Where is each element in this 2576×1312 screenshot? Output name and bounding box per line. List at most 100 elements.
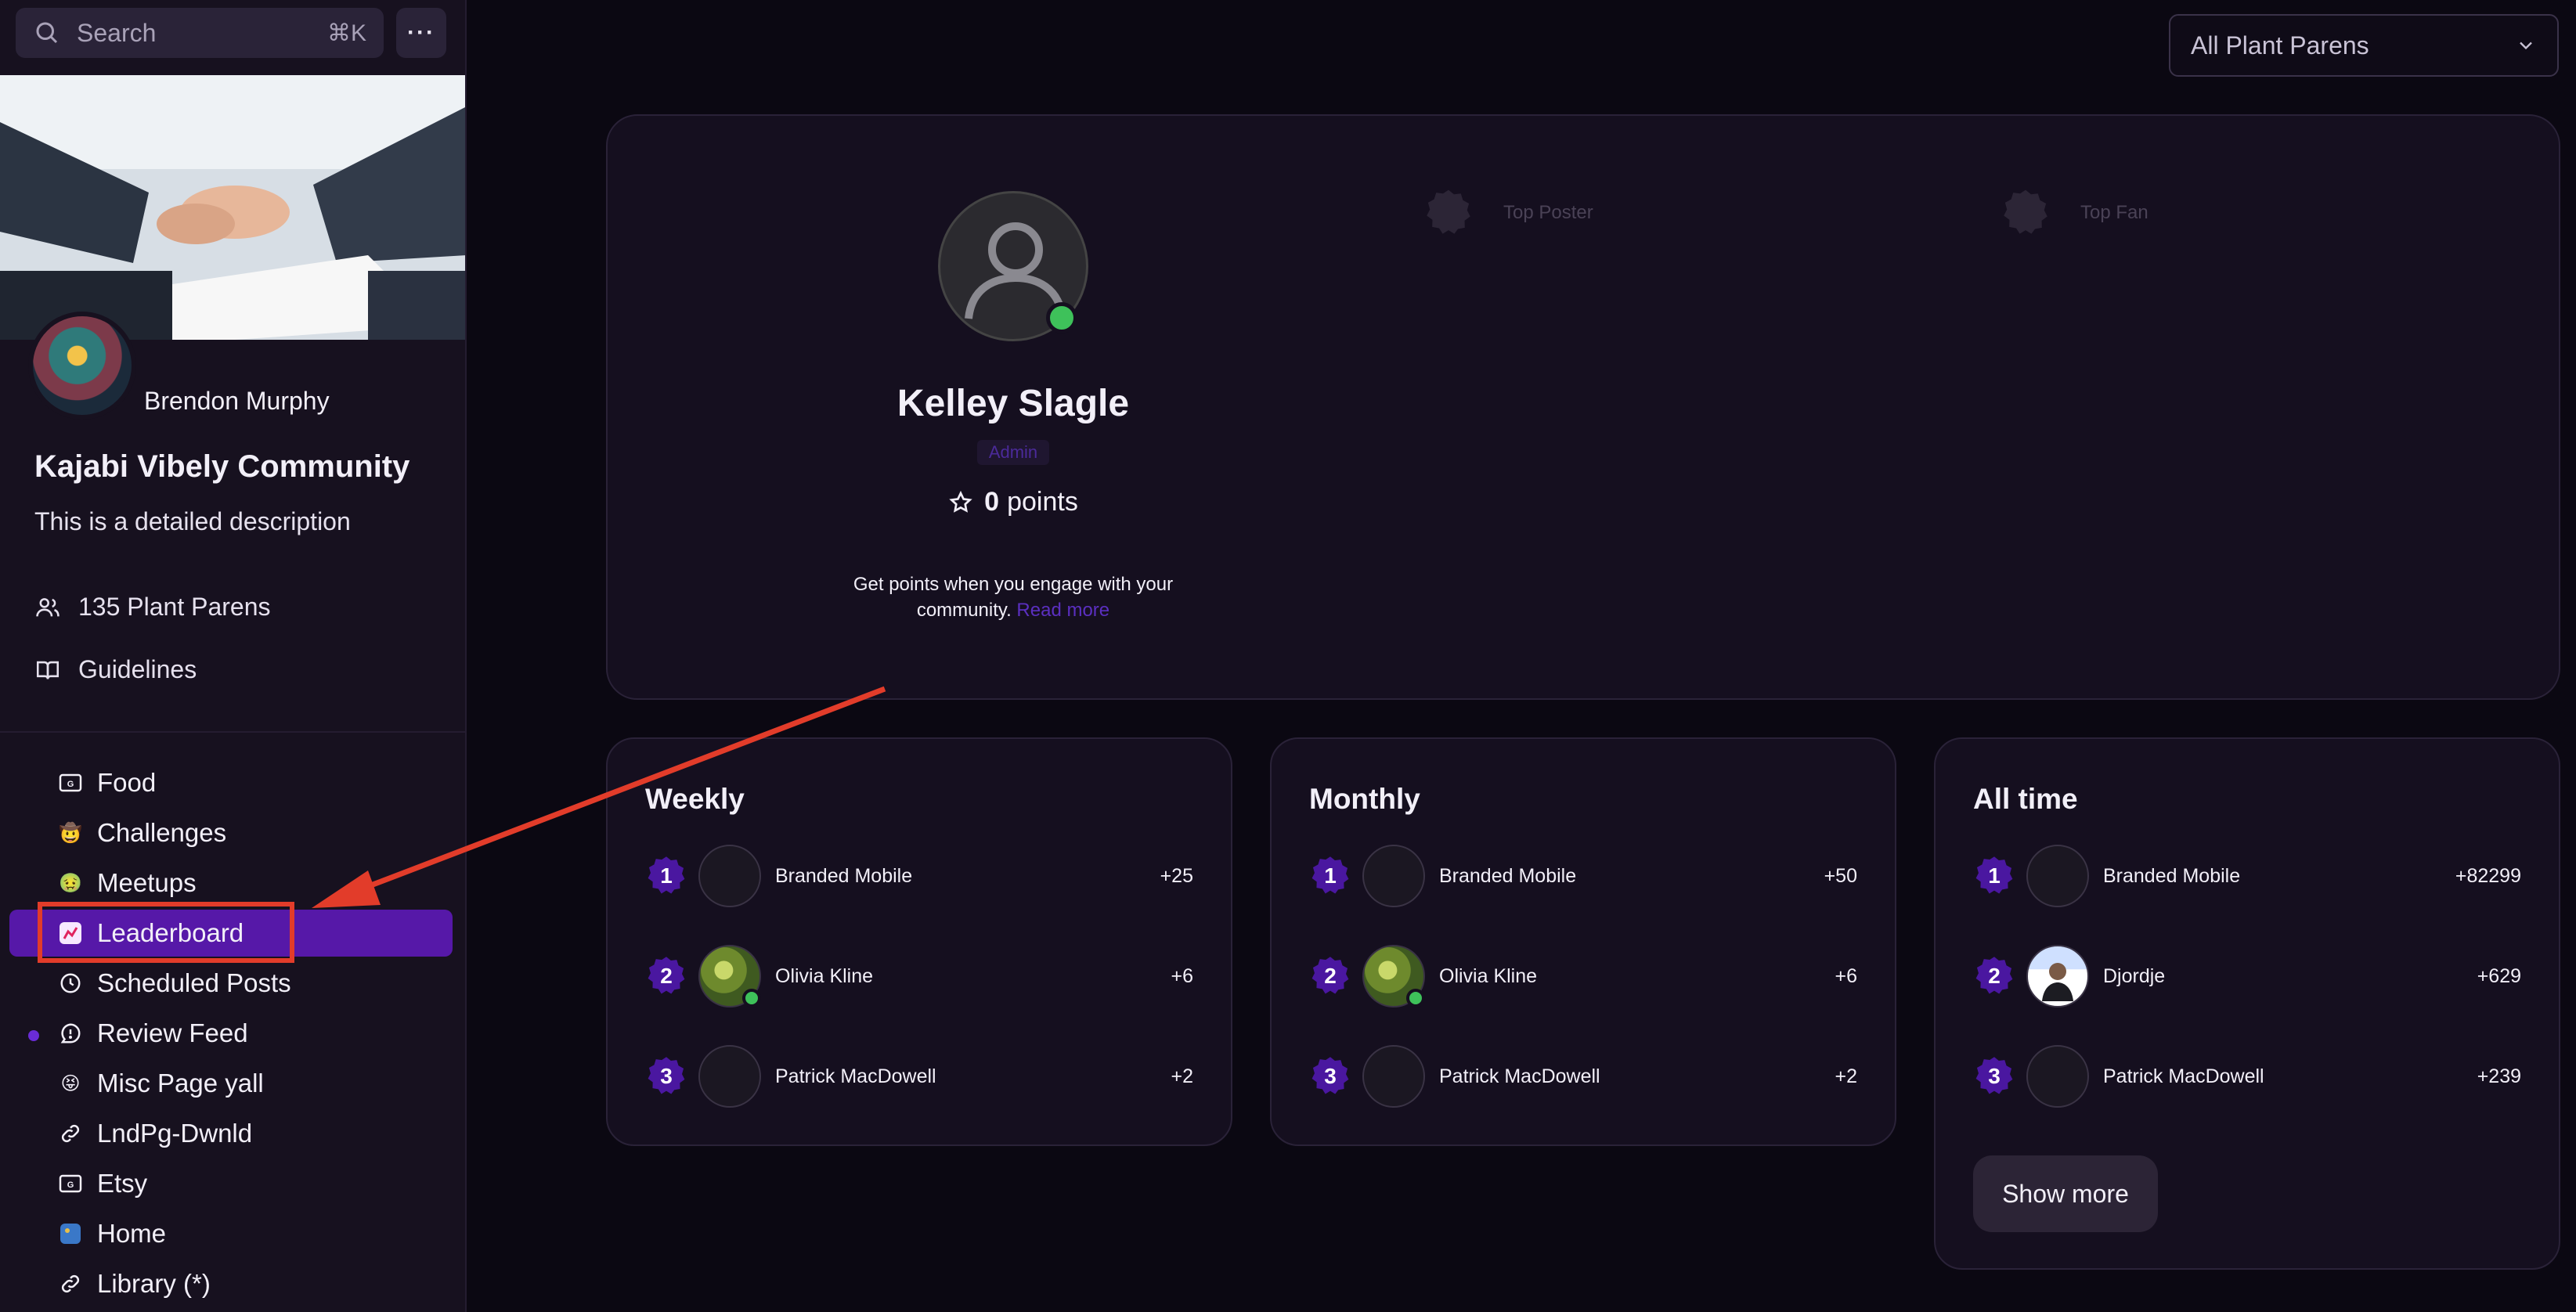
show-more-button[interactable]: Show more <box>1973 1155 2158 1232</box>
nav-item-meetups[interactable]: 🤢 Meetups <box>9 860 453 907</box>
member-name[interactable]: Branded Mobile <box>2103 865 2455 888</box>
community-cover-image <box>0 75 465 340</box>
member-name[interactable]: Olivia Kline <box>775 965 1171 988</box>
rank-badge: 2 <box>1309 955 1351 997</box>
leaderboard-row[interactable]: 2 Olivia Kline +6 <box>1309 944 1857 1008</box>
avatar[interactable] <box>1362 945 1425 1007</box>
leaderboard-all-time: All time 1 Branded Mobile +82299 2 Djord… <box>1934 737 2560 1270</box>
rank-badge: 1 <box>645 855 687 897</box>
search-bar[interactable]: Search ⌘K <box>16 8 384 58</box>
score: +6 <box>1171 964 1193 987</box>
score: +2 <box>1171 1065 1193 1087</box>
badge-icon <box>1427 189 1470 234</box>
avatar[interactable] <box>698 1045 761 1108</box>
member-name[interactable]: Branded Mobile <box>775 865 1160 888</box>
leaderboard-row[interactable]: 3 Patrick MacDowell +2 <box>645 1044 1193 1108</box>
online-status-indicator <box>1406 989 1425 1007</box>
search-icon <box>36 22 58 44</box>
score: +629 <box>2477 964 2521 987</box>
community-description: This is a detailed description <box>34 507 351 535</box>
nav-label: Library (*) <box>97 1269 211 1298</box>
avatar[interactable] <box>698 945 761 1007</box>
svg-text:G: G <box>67 1180 74 1190</box>
online-status-indicator <box>742 989 761 1007</box>
emoji-nauseated-icon: 🤢 <box>59 872 82 894</box>
award-top-fan: Top Fan <box>2001 188 2148 238</box>
members-label: 135 Plant Parens <box>78 593 271 621</box>
leaderboard-row[interactable]: 2 Olivia Kline +6 <box>645 944 1193 1008</box>
nav-label: Etsy <box>97 1169 148 1198</box>
leaderboard-row[interactable]: 2 Djordje +629 <box>1973 944 2521 1008</box>
guidelines-link[interactable]: Guidelines <box>34 655 197 684</box>
nav-item-home[interactable]: Home <box>9 1210 453 1257</box>
board-title: All time <box>1973 783 2078 815</box>
avatar[interactable] <box>2026 1045 2089 1108</box>
read-more-link[interactable]: Read more <box>1016 600 1109 621</box>
star-icon <box>949 490 972 513</box>
rank-badge: 2 <box>645 955 687 997</box>
members-filter-dropdown[interactable]: All Plant Parens <box>2169 14 2559 77</box>
member-name[interactable]: Djordje <box>2103 965 2477 988</box>
avatar[interactable] <box>2026 845 2089 907</box>
book-open-icon <box>36 661 60 679</box>
nav-item-review-feed[interactable]: Review Feed <box>9 1010 453 1057</box>
nav-item-etsy[interactable]: G Etsy <box>9 1160 453 1207</box>
avatar[interactable] <box>698 845 761 907</box>
avatar[interactable] <box>2026 945 2089 1007</box>
search-placeholder: Search <box>77 18 157 47</box>
annotation-highlight-box <box>38 902 294 963</box>
score: +50 <box>1824 864 1857 887</box>
nav-item-challenges[interactable]: 🤠 Challenges <box>9 809 453 856</box>
nav-label: LndPg-Dwnld <box>97 1119 253 1148</box>
badge-icon <box>2004 189 2047 234</box>
guidelines-label: Guidelines <box>78 655 197 683</box>
blue-square-icon <box>58 1221 83 1246</box>
sidebar: Search ⌘K ··· Brendon Murphy Kajabi Vibe… <box>0 0 467 1312</box>
link-icon <box>58 1271 83 1296</box>
award-label: Top Poster <box>1503 202 1593 223</box>
rank-badge: 2 <box>1973 955 2015 997</box>
avatar[interactable] <box>1362 1045 1425 1108</box>
member-name[interactable]: Olivia Kline <box>1439 965 1835 988</box>
emoji-cowboy-icon: 🤠 <box>59 822 82 844</box>
nav-item-misc-page[interactable]: 😝 Misc Page yall <box>9 1060 453 1107</box>
nav-label: Scheduled Posts <box>97 968 291 997</box>
person-photo <box>2042 963 2073 1001</box>
points-help-text: Get points when you engage with your com… <box>814 571 1212 623</box>
avatar[interactable] <box>1362 845 1425 907</box>
member-name[interactable]: Patrick MacDowell <box>1439 1065 1835 1088</box>
nav-label: Challenges <box>97 818 227 847</box>
nav-item-scheduled-posts[interactable]: Scheduled Posts <box>9 960 453 1007</box>
leaderboard-row[interactable]: 3 Patrick MacDowell +239 <box>1973 1044 2521 1108</box>
online-status-indicator <box>1046 302 1077 333</box>
rank-badge: 3 <box>1973 1055 2015 1098</box>
sidebar-divider <box>0 731 465 733</box>
community-avatar[interactable] <box>28 312 136 420</box>
member-name[interactable]: Patrick MacDowell <box>775 1065 1171 1088</box>
more-options-button[interactable]: ··· <box>396 8 446 58</box>
score: +2 <box>1835 1065 1857 1087</box>
profile-name: Kelley Slagle <box>897 383 1130 424</box>
score: +6 <box>1835 964 1857 987</box>
leaderboard-row[interactable]: 3 Patrick MacDowell +2 <box>1309 1044 1857 1108</box>
leaderboard-row[interactable]: 1 Branded Mobile +82299 <box>1973 844 2521 908</box>
points-help-copy: Get points when you engage with your com… <box>853 574 1174 621</box>
search-shortcut: ⌘K <box>327 20 366 46</box>
award-label: Top Fan <box>2080 202 2148 223</box>
rank-badge: 1 <box>1973 855 2015 897</box>
award-top-poster: Top Poster <box>1423 188 1593 238</box>
rank-badge: 3 <box>1309 1055 1351 1098</box>
leaderboard-monthly: Monthly 1 Branded Mobile +50 2 Olivia Kl… <box>1270 737 1896 1146</box>
score: +25 <box>1160 864 1193 887</box>
leaderboard-row[interactable]: 1 Branded Mobile +25 <box>645 844 1193 908</box>
members-link[interactable]: 135 Plant Parens <box>34 593 271 622</box>
nav-item-library[interactable]: Library (*) <box>9 1260 453 1307</box>
nav-item-food[interactable]: G Food <box>9 759 453 806</box>
leaderboard-row[interactable]: 1 Branded Mobile +50 <box>1309 844 1857 908</box>
member-name[interactable]: Patrick MacDowell <box>2103 1065 2477 1088</box>
member-name[interactable]: Branded Mobile <box>1439 865 1824 888</box>
clock-icon <box>58 971 83 996</box>
role-badge: Admin <box>977 440 1049 465</box>
nav-item-lndpg-dwnld[interactable]: LndPg-Dwnld <box>9 1110 453 1157</box>
board-title: Monthly <box>1309 783 1420 815</box>
